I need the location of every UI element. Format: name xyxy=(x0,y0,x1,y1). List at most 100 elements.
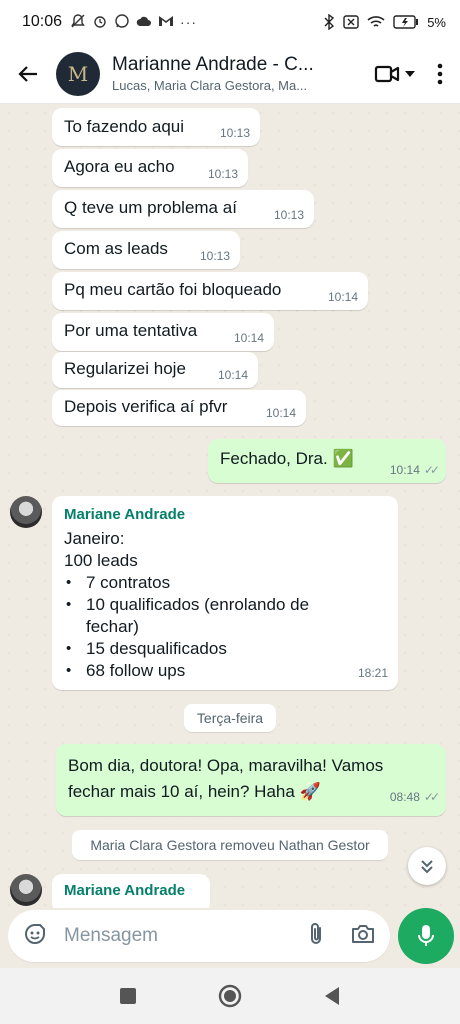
message-time: 10:14 xyxy=(217,368,248,382)
cloud-icon xyxy=(136,14,152,31)
triangle-back-icon xyxy=(325,987,339,1005)
message-text: Pq meu cartão foi bloqueado xyxy=(64,280,282,299)
message-status: 08:48 ✓✓ xyxy=(390,784,440,810)
voice-message-button[interactable] xyxy=(398,908,454,964)
attach-button[interactable] xyxy=(306,921,326,952)
bullet-item: 68 follow ups xyxy=(64,660,386,682)
mute-icon xyxy=(70,13,86,32)
system-message: Maria Clara Gestora removeu Nathan Gesto… xyxy=(72,830,388,860)
microphone-icon xyxy=(418,925,434,946)
message-time: 10:13 xyxy=(273,208,304,222)
message-time: 10:13 xyxy=(207,167,238,181)
more-options-button[interactable] xyxy=(430,63,450,85)
status-system-icons: 5% xyxy=(323,14,446,30)
message-bullet-list: 7 contratos 10 qualificados (enrolando d… xyxy=(64,572,386,682)
message-status: 10:14 ✓✓ xyxy=(389,463,440,477)
message-text: Q teve um problema aí xyxy=(64,198,237,217)
sticker-button[interactable] xyxy=(22,921,48,952)
message-time: 10:14 xyxy=(233,331,264,345)
message-text: Fechado, Dra. ✅ xyxy=(220,449,354,468)
message-time: 10:13 xyxy=(199,249,230,263)
message-time: 10:14 xyxy=(265,406,296,420)
back-arrow-icon xyxy=(18,65,37,82)
sender-name[interactable]: Mariane Andrade xyxy=(64,504,386,526)
wifi-icon xyxy=(367,15,385,29)
incoming-message[interactable]: Mariane Andrade xyxy=(52,874,210,908)
incoming-message[interactable]: To fazendo aqui 10:13 xyxy=(52,108,260,146)
back-nav-button[interactable] xyxy=(320,984,344,1008)
day-divider-label: Terça-feira xyxy=(196,710,264,726)
battery-percentage: 5% xyxy=(427,14,446,30)
sender-avatar[interactable] xyxy=(10,874,42,906)
camera-button[interactable] xyxy=(350,923,376,950)
gmail-icon xyxy=(158,14,174,31)
incoming-message[interactable]: Pq meu cartão foi bloqueado 10:14 xyxy=(52,272,368,310)
double-check-icon: ✓✓ xyxy=(423,463,440,477)
battery-icon xyxy=(393,15,419,29)
sender-name[interactable]: Mariane Andrade xyxy=(64,882,198,899)
system-navigation-bar xyxy=(0,968,460,1024)
group-avatar-letter: M xyxy=(67,61,89,86)
system-message-text: Maria Clara Gestora removeu Nathan Gesto… xyxy=(90,837,370,853)
message-text: Com as leads xyxy=(64,239,168,258)
paperclip-icon xyxy=(311,922,321,944)
square-icon xyxy=(120,988,136,1004)
chat-messages[interactable]: To fazendo aqui 10:13 Agora eu acho 10:1… xyxy=(0,104,460,908)
chat-header: M Marianne Andrade - C... Lucas, Maria C… xyxy=(0,44,460,104)
message-line: 100 leads xyxy=(64,551,138,570)
whatsapp-icon xyxy=(114,13,130,32)
home-button[interactable] xyxy=(218,984,242,1008)
message-text: Regularizei hoje xyxy=(64,359,186,378)
message-text: Bom dia, doutora! Opa, maravilha! Vamos … xyxy=(68,756,384,801)
scroll-to-bottom-button[interactable] xyxy=(408,847,446,885)
back-button[interactable] xyxy=(12,58,44,90)
day-divider: Terça-feira xyxy=(184,704,276,732)
alarm-icon xyxy=(92,13,108,32)
chat-header-info[interactable]: Marianne Andrade - C... Lucas, Maria Cla… xyxy=(112,54,364,93)
outgoing-message[interactable]: Fechado, Dra. ✅ 10:14 ✓✓ xyxy=(208,439,446,483)
bullet-item: 7 contratos xyxy=(64,572,386,594)
incoming-message[interactable]: Por uma tentativa 10:14 xyxy=(52,313,274,351)
bullet-item: 15 desqualificados xyxy=(64,638,386,660)
message-text: Agora eu acho xyxy=(64,157,175,176)
incoming-message[interactable]: Regularizei hoje 10:14 xyxy=(52,352,258,388)
video-call-button[interactable] xyxy=(374,64,416,84)
chat-title: Marianne Andrade - C... xyxy=(112,54,314,75)
composer-actions xyxy=(306,921,376,952)
bluetooth-icon xyxy=(323,14,335,30)
circle-icon xyxy=(218,984,242,1008)
more-vertical-icon xyxy=(437,63,443,84)
more-notifications-icon: ··· xyxy=(180,14,198,30)
incoming-message[interactable]: Com as leads 10:13 xyxy=(52,231,240,269)
message-text: To fazendo aqui xyxy=(64,117,185,136)
message-text: Por uma tentativa xyxy=(64,321,198,340)
message-text: Depois verifica aí pfvr xyxy=(64,397,228,416)
message-time: 10:13 xyxy=(219,126,250,140)
sender-avatar[interactable] xyxy=(10,496,42,528)
message-input-container[interactable]: Mensagem xyxy=(8,910,390,962)
outgoing-message[interactable]: Bom dia, doutora! Opa, maravilha! Vamos … xyxy=(56,744,446,816)
video-call-icon xyxy=(374,65,400,82)
chevron-down-icon xyxy=(405,70,415,77)
message-input[interactable]: Mensagem xyxy=(64,925,306,947)
sticker-icon xyxy=(24,923,45,944)
double-chevron-down-icon xyxy=(421,860,433,874)
status-notification-icons: ··· xyxy=(70,13,197,32)
message-time: 10:14 xyxy=(389,463,420,477)
message-time: 18:21 xyxy=(357,666,388,680)
status-bar: 10:06 ··· 5% xyxy=(0,0,460,44)
camera-icon xyxy=(352,924,374,943)
header-actions xyxy=(374,63,450,85)
bullet-item: 10 qualificados (enrolando de fechar) xyxy=(64,594,386,638)
incoming-message[interactable]: Agora eu acho 10:13 xyxy=(52,149,248,187)
message-line: Janeiro: xyxy=(64,529,125,548)
chat-participants: Lucas, Maria Clara Gestora, Ma... xyxy=(112,78,308,93)
message-time: 10:14 xyxy=(327,290,358,304)
no-sim-icon xyxy=(343,15,359,29)
incoming-message[interactable]: Q teve um problema aí 10:13 xyxy=(52,190,314,228)
double-check-icon: ✓✓ xyxy=(423,790,440,804)
recent-apps-button[interactable] xyxy=(116,984,140,1008)
group-avatar[interactable]: M xyxy=(56,51,100,96)
incoming-message[interactable]: Mariane Andrade Janeiro: 100 leads 7 con… xyxy=(52,496,398,690)
incoming-message[interactable]: Depois verifica aí pfvr 10:14 xyxy=(52,390,306,426)
